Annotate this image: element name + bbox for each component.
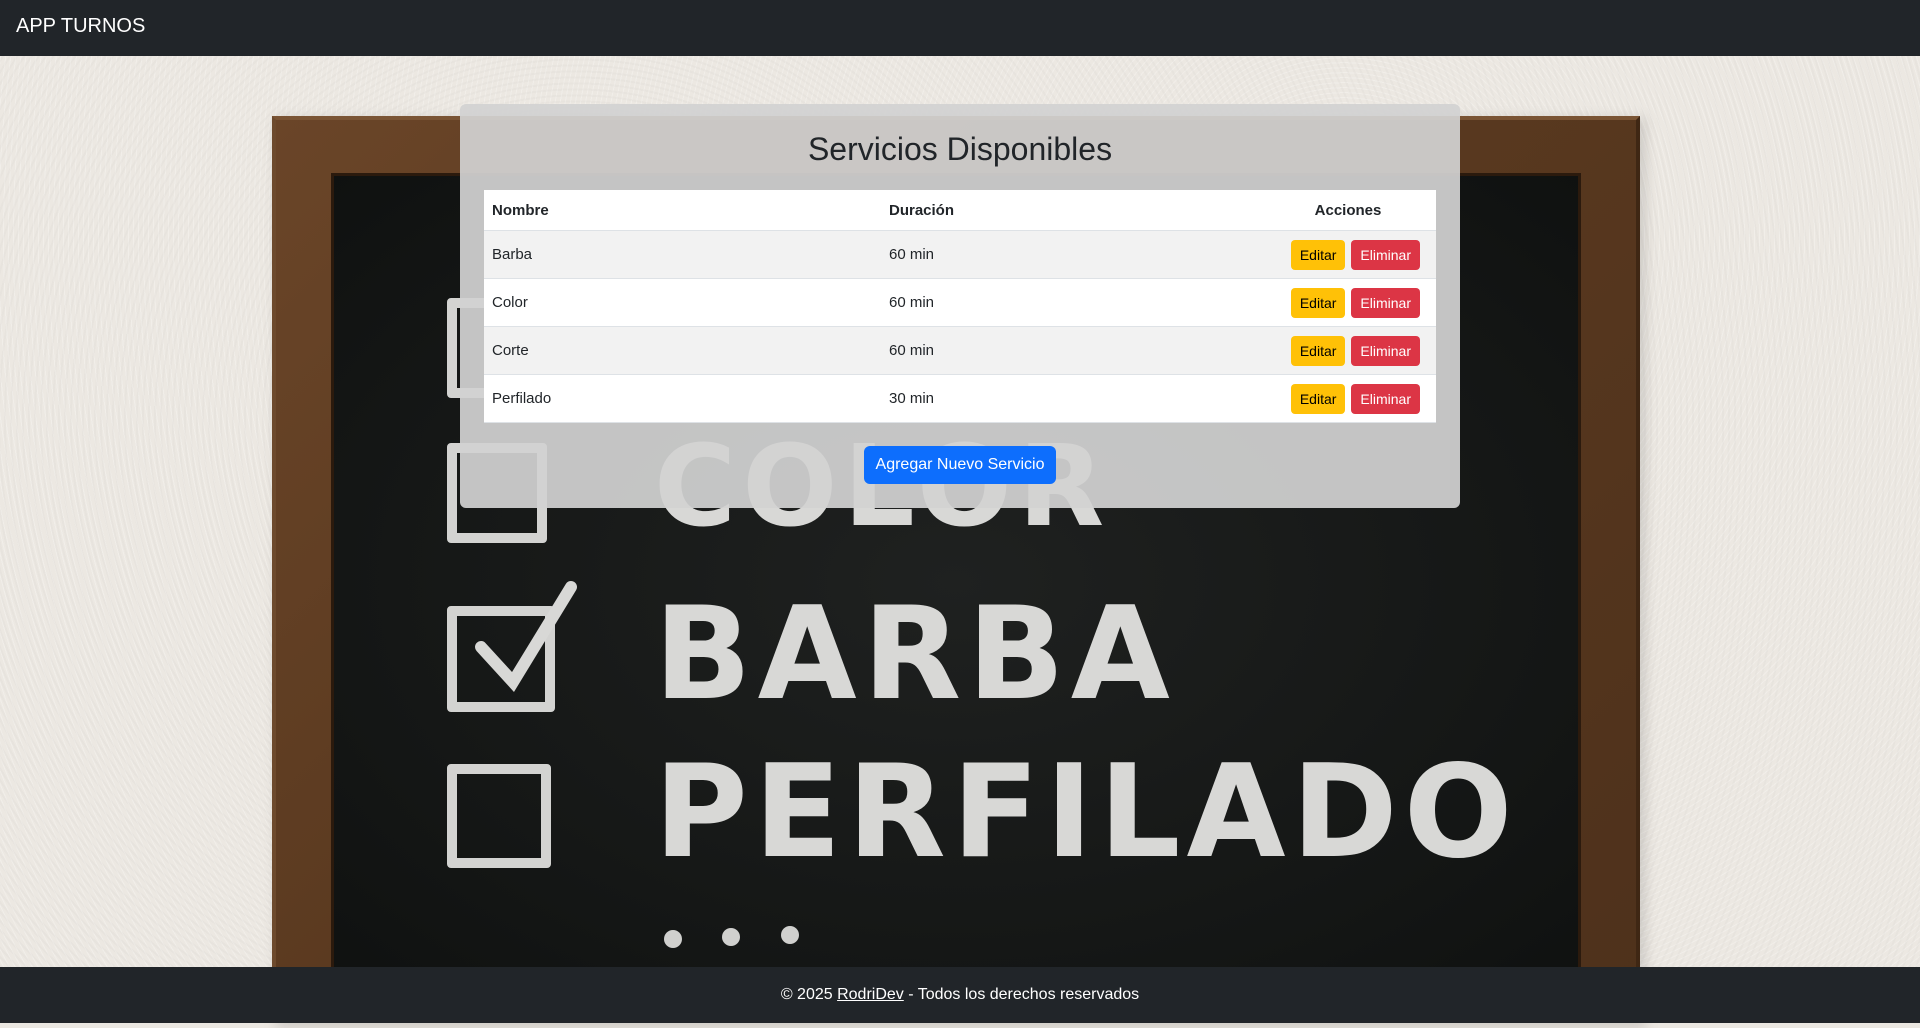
page-title: Servicios Disponibles xyxy=(807,131,1113,167)
services-card: Servicios Disponibles Nombre Duración Ac… xyxy=(460,104,1460,508)
service-name: Corte xyxy=(484,326,881,375)
chalk-word-barba: BARBA xyxy=(654,580,1176,729)
service-duration: 30 min xyxy=(881,374,1260,423)
edit-button[interactable]: Editar xyxy=(1290,335,1346,366)
footer: © 2025 RodriDev - Todos los derechos res… xyxy=(0,967,1920,1023)
navbar: APP TURNOS xyxy=(0,0,1920,56)
footer-rights-text: - Todos los derechos reservados xyxy=(908,986,1140,1003)
footer-copyright: © 2025 xyxy=(780,986,833,1003)
service-duration: 60 min xyxy=(881,230,1260,279)
row-actions: Editar Eliminar xyxy=(1260,278,1436,327)
edit-button[interactable]: Editar xyxy=(1290,383,1346,414)
delete-button[interactable]: Eliminar xyxy=(1351,383,1420,414)
service-name: Perfilado xyxy=(484,374,881,423)
services-table: Nombre Duración Acciones Barba 60 min Ed… xyxy=(484,190,1436,423)
add-service-button[interactable]: Agregar Nuevo Servicio xyxy=(864,446,1056,484)
header-name: Nombre xyxy=(484,190,881,231)
row-actions: Editar Eliminar xyxy=(1260,230,1436,279)
chalk-dot xyxy=(722,928,740,946)
delete-button[interactable]: Eliminar xyxy=(1351,287,1420,318)
header-duration: Duración xyxy=(881,190,1260,231)
delete-button[interactable]: Eliminar xyxy=(1351,239,1420,270)
chalk-checkbox-perfilado xyxy=(447,764,551,868)
chalk-dot xyxy=(664,930,682,948)
service-duration: 60 min xyxy=(881,278,1260,327)
chalk-dot xyxy=(781,926,799,944)
table-row: Corte 60 min Editar Eliminar xyxy=(484,326,1436,375)
table-row: Barba 60 min Editar Eliminar xyxy=(484,230,1436,279)
header-actions: Acciones xyxy=(1260,190,1436,231)
brand-link[interactable]: APP TURNOS xyxy=(16,15,145,38)
table-header-row: Nombre Duración Acciones xyxy=(484,190,1436,231)
delete-button[interactable]: Eliminar xyxy=(1351,335,1420,366)
service-duration: 60 min xyxy=(881,326,1260,375)
row-actions: Editar Eliminar xyxy=(1260,326,1436,375)
footer-author-link[interactable]: RodriDev xyxy=(837,986,904,1003)
row-actions: Editar Eliminar xyxy=(1260,374,1436,423)
service-name: Color xyxy=(484,278,881,327)
edit-button[interactable]: Editar xyxy=(1290,239,1346,270)
chalk-word-perfilado: PERFILADO xyxy=(654,738,1519,887)
edit-button[interactable]: Editar xyxy=(1290,287,1346,318)
service-name: Barba xyxy=(484,230,881,279)
check-mark-icon xyxy=(475,581,577,692)
table-row: Perfilado 30 min Editar Eliminar xyxy=(484,374,1436,423)
table-row: Color 60 min Editar Eliminar xyxy=(484,278,1436,327)
